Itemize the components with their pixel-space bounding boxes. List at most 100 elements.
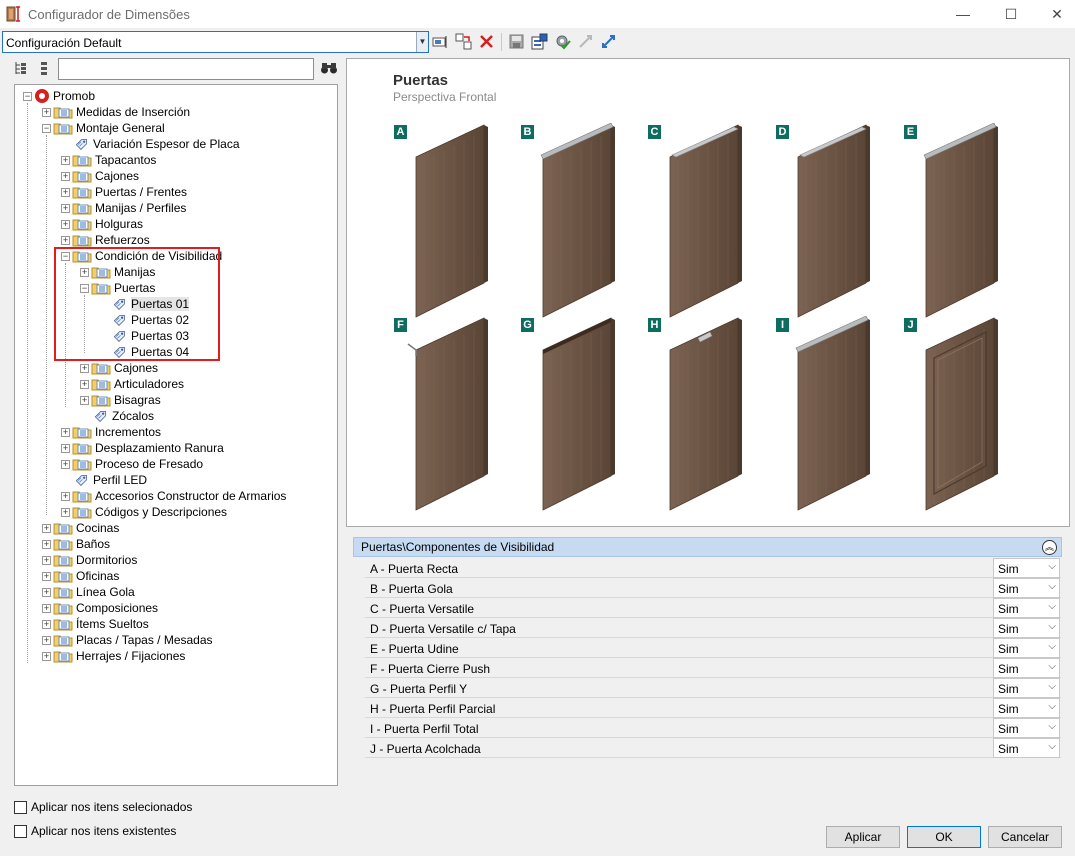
expand-toggle-icon[interactable]: + <box>61 187 70 197</box>
collapse-toggle-icon[interactable]: − <box>42 123 51 133</box>
tree-node-refuerzos[interactable]: + Refuerzos <box>61 232 150 248</box>
tree-node-herrajes[interactable]: + Herrajes / Fijaciones <box>42 648 185 664</box>
close-button[interactable]: ✕ <box>1034 0 1075 28</box>
maximize-button[interactable]: ☐ <box>988 0 1034 28</box>
minimize-button[interactable]: — <box>940 0 986 28</box>
tree-node-incrementos[interactable]: + Incrementos <box>61 424 161 440</box>
chevron-down-icon[interactable]: ⌵ <box>1048 641 1056 652</box>
expand-toggle-icon[interactable]: + <box>61 235 70 245</box>
checkbox-box[interactable] <box>14 800 27 814</box>
property-value-select[interactable]: Sim ⌵ <box>993 698 1060 718</box>
chevron-down-icon[interactable]: ⌵ <box>1048 721 1056 732</box>
tree-node-medidas[interactable]: + Medidas de Inserción <box>42 104 190 120</box>
cancel-button[interactable]: Cancelar <box>988 826 1062 848</box>
property-value-select[interactable]: Sim ⌵ <box>993 558 1060 578</box>
tree-node-oficinas[interactable]: + Oficinas <box>42 568 119 584</box>
rename-icon[interactable] <box>432 33 449 50</box>
configuration-tree[interactable]: − Promob + Medidas de Inserción − Montaj… <box>14 84 338 786</box>
expand-toggle-icon[interactable]: + <box>42 539 51 549</box>
tree-node-tapacantos[interactable]: + Tapacantos <box>61 152 156 168</box>
expand-toggle-icon[interactable]: + <box>61 459 70 469</box>
chevron-down-icon[interactable]: ⌵ <box>1048 741 1056 752</box>
tree-node-placas[interactable]: + Placas / Tapas / Mesadas <box>42 632 213 648</box>
chevron-down-icon[interactable]: ⌵ <box>1048 581 1056 592</box>
configuration-select[interactable]: Configuración Default ▼ <box>2 31 429 53</box>
property-value-select[interactable]: Sim ⌵ <box>993 718 1060 738</box>
expand-toggle-icon[interactable]: + <box>42 587 51 597</box>
tree-node-banos[interactable]: + Baños <box>42 536 110 552</box>
expand-toggle-icon[interactable]: + <box>61 203 70 213</box>
chevron-down-icon[interactable]: ⌵ <box>1048 661 1056 672</box>
tree-search-input[interactable] <box>58 58 314 80</box>
property-value-select[interactable]: Sim ⌵ <box>993 678 1060 698</box>
tree-node-montaje[interactable]: − Montaje General <box>42 120 165 136</box>
tree-node-variacion[interactable]: Variación Espesor de Placa <box>61 136 240 152</box>
expand-toggle-icon[interactable]: + <box>80 395 89 405</box>
tree-node-manijas-perfiles[interactable]: + Manijas / Perfiles <box>61 200 186 216</box>
tree-node-fresado[interactable]: + Proceso de Fresado <box>61 456 203 472</box>
property-value-select[interactable]: Sim ⌵ <box>993 578 1060 598</box>
tree-node-composiciones[interactable]: + Composiciones <box>42 600 158 616</box>
settings-check-icon[interactable] <box>554 33 571 50</box>
save-icon[interactable] <box>508 33 525 50</box>
tree-node-desplazamiento[interactable]: + Desplazamiento Ranura <box>61 440 224 456</box>
tree-node-cajones-vis[interactable]: + Cajones <box>80 360 158 376</box>
expand-toggle-icon[interactable]: + <box>61 427 70 437</box>
expand-toggle-icon[interactable]: + <box>42 571 51 581</box>
chevron-down-icon[interactable]: ⌵ <box>1048 561 1056 572</box>
tree-node-root[interactable]: − Promob <box>23 88 95 104</box>
tree-node-cocinas[interactable]: + Cocinas <box>42 520 119 536</box>
tree-node-zocalos[interactable]: Zócalos <box>80 408 154 424</box>
binoculars-icon[interactable] <box>320 60 338 76</box>
transfer-icon[interactable] <box>455 33 472 50</box>
chevron-down-icon[interactable]: ⌵ <box>1048 621 1056 632</box>
expand-toggle-icon[interactable]: + <box>42 619 51 629</box>
collapse-section-icon[interactable]: ︽ <box>1042 540 1057 555</box>
tree-collapse-all-icon[interactable] <box>38 60 50 76</box>
tree-node-cajones[interactable]: + Cajones <box>61 168 139 184</box>
property-value-select[interactable]: Sim ⌵ <box>993 658 1060 678</box>
expand-toggle-icon[interactable]: + <box>42 555 51 565</box>
expand-toggle-icon[interactable]: + <box>42 651 51 661</box>
expand-icon[interactable] <box>600 33 617 50</box>
expand-toggle-icon[interactable]: + <box>61 443 70 453</box>
property-value-select[interactable]: Sim ⌵ <box>993 638 1060 658</box>
tree-node-items-sueltos[interactable]: + Ítems Sueltos <box>42 616 149 632</box>
tree-node-linea-gola[interactable]: + Línea Gola <box>42 584 135 600</box>
tree-node-dormitorios[interactable]: + Dormitorios <box>42 552 137 568</box>
expand-toggle-icon[interactable]: + <box>80 379 89 389</box>
expand-toggle-icon[interactable]: + <box>42 107 51 117</box>
tree-node-accesorios[interactable]: + Accesorios Constructor de Armarios <box>61 488 286 504</box>
tree-expand-all-icon[interactable] <box>14 60 28 76</box>
tree-node-articuladores[interactable]: + Articuladores <box>80 376 184 392</box>
export-icon[interactable] <box>531 33 548 50</box>
expand-toggle-icon[interactable]: + <box>61 171 70 181</box>
expand-toggle-icon[interactable]: + <box>42 523 51 533</box>
ok-button[interactable]: OK <box>907 826 981 848</box>
tree-node-perfil-led[interactable]: Perfil LED <box>61 472 147 488</box>
tree-node-bisagras[interactable]: + Bisagras <box>80 392 161 408</box>
chevron-down-icon[interactable]: ⌵ <box>1048 701 1056 712</box>
expand-toggle-icon[interactable]: + <box>61 507 70 517</box>
apply-button[interactable]: Aplicar <box>826 826 900 848</box>
apply-existing-checkbox[interactable]: Aplicar nos itens existentes <box>14 824 176 838</box>
delete-icon[interactable] <box>478 33 495 50</box>
checkbox-box[interactable] <box>14 824 27 838</box>
collapse-icon[interactable] <box>577 33 594 50</box>
tree-node-puertas-frentes[interactable]: + Puertas / Frentes <box>61 184 187 200</box>
expand-toggle-icon[interactable]: + <box>61 219 70 229</box>
expand-toggle-icon[interactable]: + <box>80 363 89 373</box>
apply-selected-checkbox[interactable]: Aplicar nos itens selecionados <box>14 800 192 814</box>
tree-node-holguras[interactable]: + Holguras <box>61 216 143 232</box>
property-value-select[interactable]: Sim ⌵ <box>993 598 1060 618</box>
property-value-select[interactable]: Sim ⌵ <box>993 618 1060 638</box>
expand-toggle-icon[interactable]: + <box>61 491 70 501</box>
collapse-toggle-icon[interactable]: − <box>23 91 32 101</box>
expand-toggle-icon[interactable]: + <box>42 603 51 613</box>
chevron-down-icon[interactable]: ⌵ <box>1048 681 1056 692</box>
property-value-select[interactable]: Sim ⌵ <box>993 738 1060 758</box>
expand-toggle-icon[interactable]: + <box>42 635 51 645</box>
chevron-down-icon[interactable]: ⌵ <box>1048 601 1056 612</box>
dropdown-arrow-icon[interactable]: ▼ <box>416 32 428 52</box>
expand-toggle-icon[interactable]: + <box>61 155 70 165</box>
